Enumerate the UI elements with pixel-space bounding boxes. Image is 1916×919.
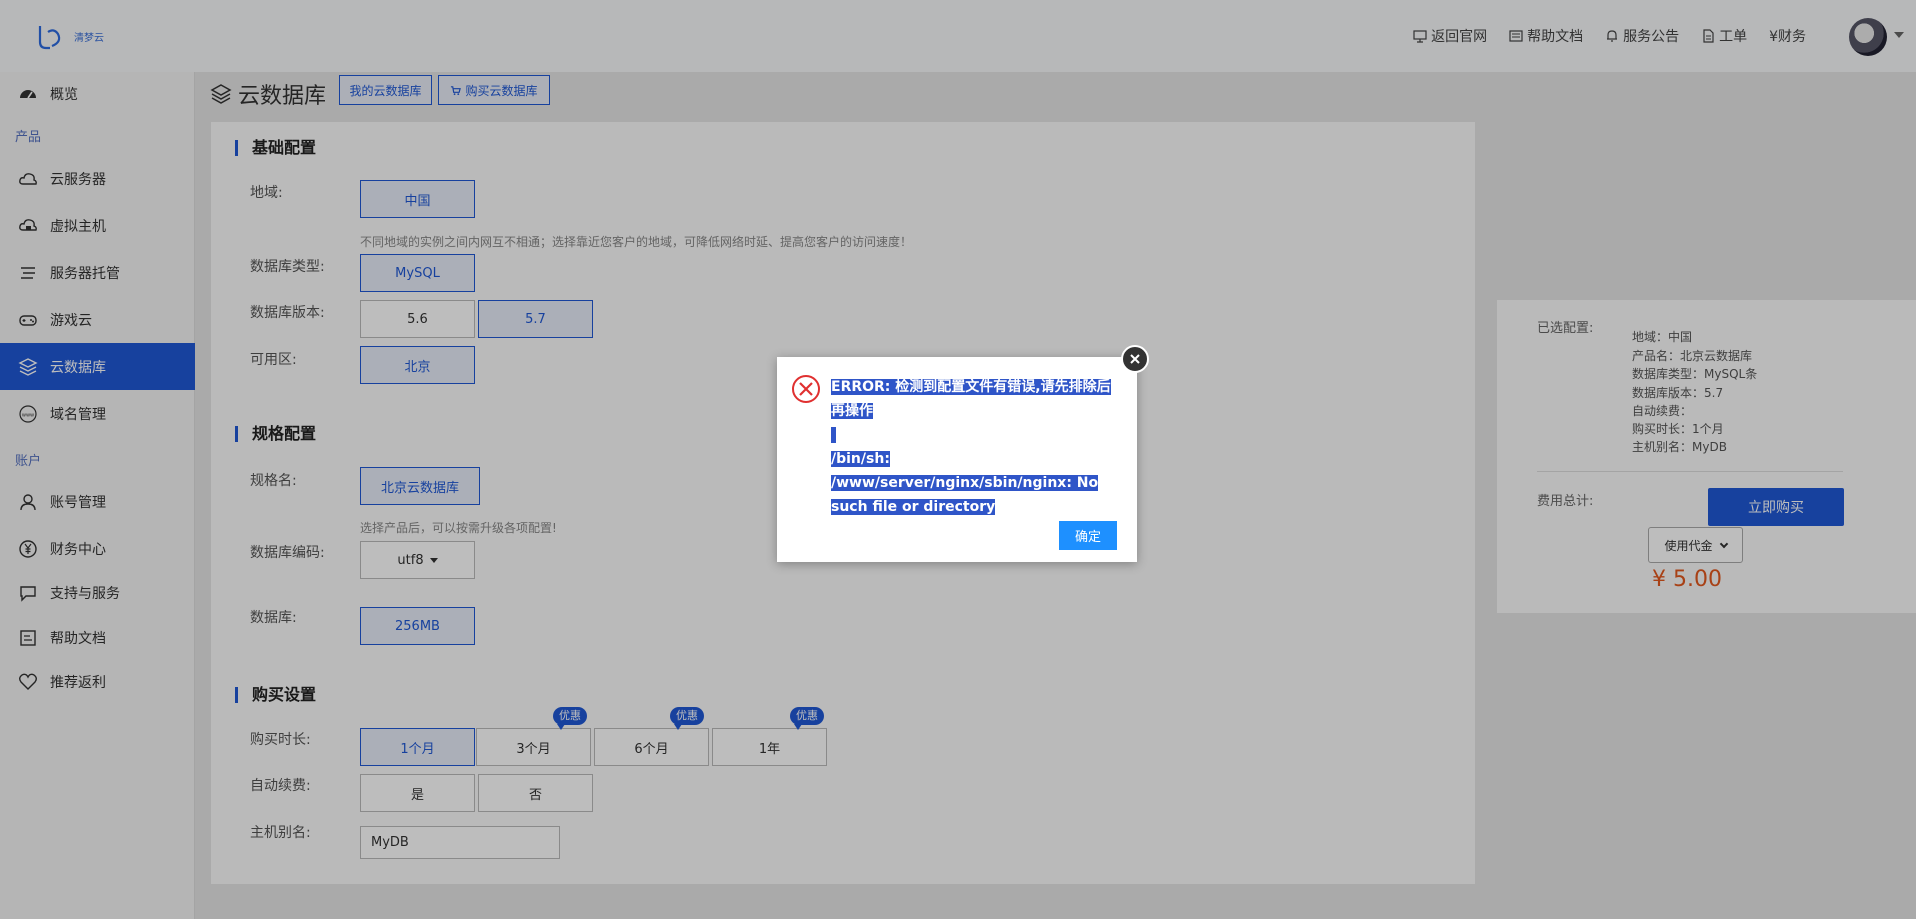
error-message: ERROR: 检测到配置文件有错误,请先排除后再操作 /bin/sh: /www…	[831, 375, 1121, 519]
error-icon	[792, 375, 820, 403]
confirm-button[interactable]: 确定	[1059, 521, 1117, 550]
error-line-2: /bin/sh: /www/server/nginx/sbin/nginx: N…	[831, 451, 1099, 515]
close-icon[interactable]	[1121, 345, 1149, 373]
error-dialog: ERROR: 检测到配置文件有错误,请先排除后再操作 /bin/sh: /www…	[777, 357, 1137, 562]
error-blank-line	[831, 427, 836, 443]
error-line-1: ERROR: 检测到配置文件有错误,请先排除后再操作	[831, 379, 1111, 419]
